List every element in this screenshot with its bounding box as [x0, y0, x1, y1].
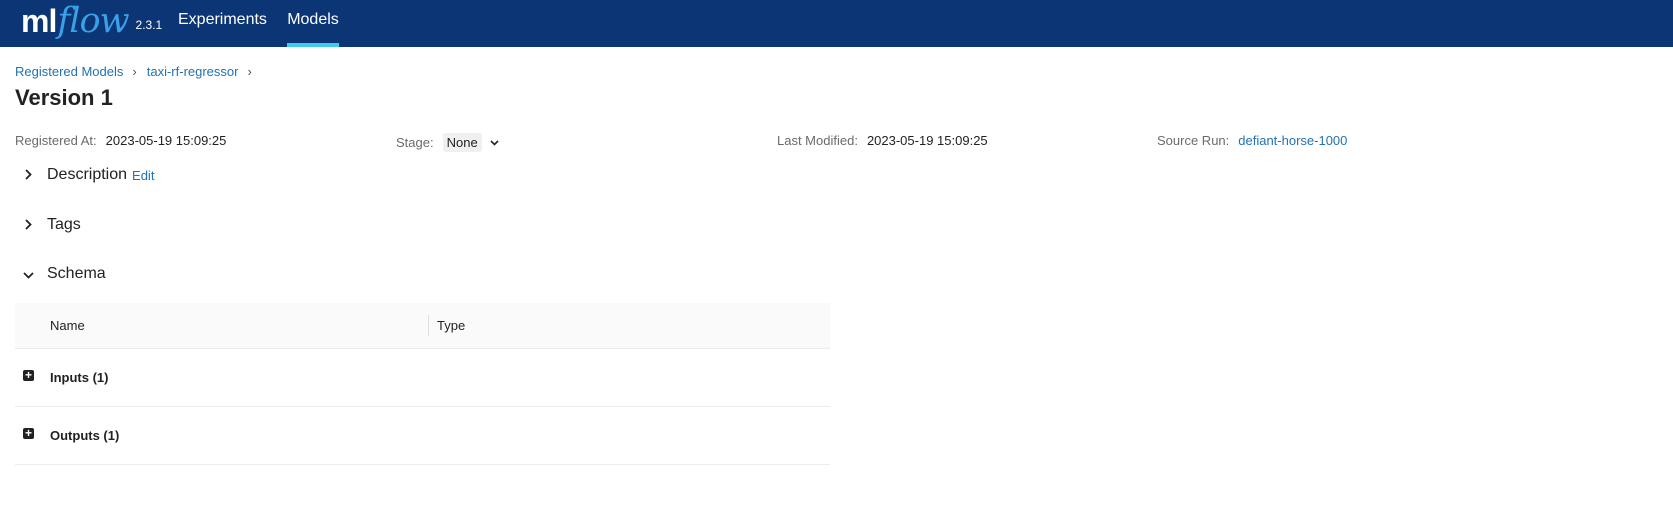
version-label: 2.3.1 — [135, 18, 163, 32]
stage-value[interactable]: None — [442, 133, 482, 152]
top-navbar: ml flow 2.3.1 Experiments Models — [0, 0, 1673, 47]
registered-at-label: Registered At: — [15, 133, 97, 148]
registered-at: Registered At: 2023-05-19 15:09:25 — [15, 133, 226, 148]
description-edit-link[interactable]: Edit — [132, 168, 154, 183]
chevron-down-icon[interactable] — [490, 137, 499, 149]
inputs-row-label: Inputs (1) — [50, 370, 109, 385]
schema-table-header: Name Type — [15, 303, 830, 349]
nav-experiments[interactable]: Experiments — [178, 0, 267, 47]
stage-dropdown[interactable]: None — [442, 133, 499, 152]
mlflow-logo[interactable]: ml flow 2.3.1 — [21, 0, 162, 41]
column-divider — [428, 315, 429, 336]
breadcrumb-model-name[interactable]: taxi-rf-regressor — [147, 64, 239, 79]
chevron-down-icon[interactable] — [20, 266, 36, 282]
registered-at-value: 2023-05-19 15:09:25 — [105, 133, 227, 148]
stage-label: Stage: — [396, 135, 434, 150]
source-run-label: Source Run: — [1157, 133, 1230, 148]
schema-title[interactable]: Schema — [47, 265, 106, 283]
last-modified-value: 2023-05-19 15:09:25 — [866, 133, 988, 148]
breadcrumb-registered-models[interactable]: Registered Models — [15, 64, 123, 79]
logo-flow-text: flow — [57, 1, 129, 41]
tags-section-header[interactable]: Tags — [20, 216, 81, 234]
source-run-link[interactable]: defiant-horse-1000 — [1238, 133, 1347, 148]
plus-square-icon[interactable]: + — [23, 369, 34, 381]
chevron-right-icon[interactable] — [20, 217, 36, 233]
column-header-name[interactable]: Name — [50, 318, 85, 333]
description-section-header[interactable]: Description Edit — [20, 166, 154, 184]
description-title[interactable]: Description — [47, 166, 127, 184]
nav-models[interactable]: Models — [287, 0, 339, 47]
chevron-right-icon[interactable] — [20, 167, 36, 183]
stage: Stage: None — [396, 133, 499, 152]
schema-section-header[interactable]: Schema — [20, 265, 106, 283]
breadcrumb-separator: › — [247, 64, 252, 79]
page-title: Version 1 — [15, 85, 113, 110]
table-row: + Inputs (1) — [15, 349, 830, 407]
last-modified: Last Modified: 2023-05-19 15:09:25 — [777, 133, 988, 148]
breadcrumb-separator: › — [132, 64, 137, 79]
column-header-type[interactable]: Type — [437, 318, 465, 333]
outputs-row-label: Outputs (1) — [50, 428, 120, 443]
breadcrumb: Registered Models › taxi-rf-regressor › — [15, 64, 262, 79]
source-run: Source Run: defiant-horse-1000 — [1157, 133, 1347, 148]
last-modified-label: Last Modified: — [777, 133, 858, 148]
table-row: + Outputs (1) — [15, 407, 830, 465]
schema-table: Name Type + Inputs (1) + Outputs (1) — [15, 303, 830, 465]
logo-ml-text: ml — [21, 3, 57, 39]
plus-square-icon[interactable]: + — [23, 427, 34, 439]
tags-title[interactable]: Tags — [47, 216, 81, 234]
